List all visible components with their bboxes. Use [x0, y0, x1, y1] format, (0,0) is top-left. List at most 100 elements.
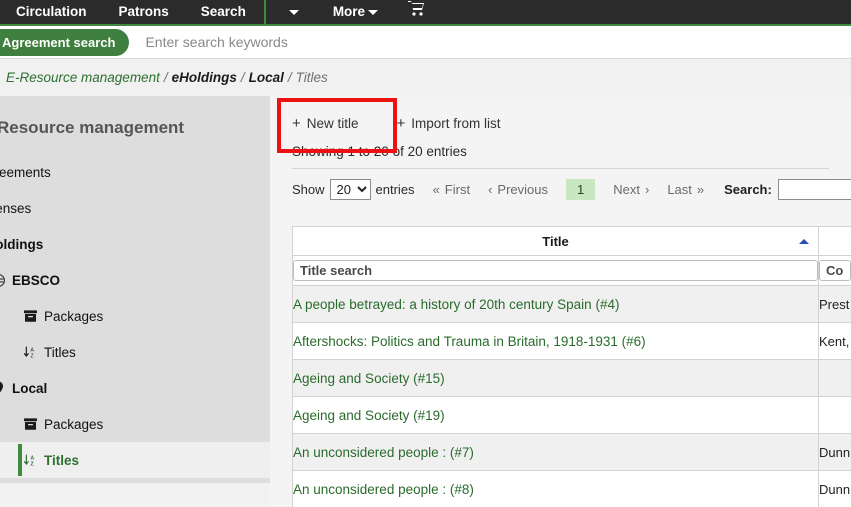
new-title-label: New title [307, 116, 359, 131]
breadcrumb-separator: / [288, 70, 292, 85]
sidebar-item-local-titles[interactable]: A Z Titles [0, 442, 270, 478]
pagination-previous-label: Previous [497, 182, 548, 197]
table-row[interactable]: An unconsidered people : (#7) Dunn [293, 434, 851, 471]
nav-item-search[interactable]: Search [185, 0, 262, 25]
title-link[interactable]: Ageing and Society (#15) [293, 371, 445, 386]
application-window: Circulation Patrons Search More Agreemen… [0, 0, 851, 507]
table-search-label: Search: [724, 182, 772, 197]
breadcrumb-separator: / [164, 70, 168, 85]
svg-text:A: A [30, 455, 34, 461]
nav-item-more[interactable]: More [317, 0, 394, 25]
nav-cart-button[interactable] [394, 0, 439, 25]
table-search-input[interactable] [778, 179, 851, 200]
sidebar-item-licenses[interactable]: Licenses [0, 190, 270, 226]
table-header-row: Title [293, 227, 851, 256]
nav-item-circulation[interactable]: Circulation [0, 0, 103, 25]
svg-text:Z: Z [30, 353, 33, 358]
new-title-button[interactable]: + New title [282, 110, 369, 137]
title-link[interactable]: An unconsidered people : (#7) [293, 445, 474, 460]
table-row[interactable]: Ageing and Society (#15) [293, 360, 851, 397]
cell-title: A people betrayed: a history of 20th cen… [293, 286, 819, 323]
sidebar-title: E-Resource management [0, 96, 270, 154]
cell-title: An unconsidered people : (#7) [293, 434, 819, 471]
cell-contributors: Dunn [819, 434, 851, 471]
pagination-next-label: Next [613, 182, 640, 197]
nav-dropdown-toggle[interactable] [268, 0, 317, 25]
divider [292, 168, 829, 169]
top-navigation-bar: Circulation Patrons Search More [0, 0, 851, 26]
breadcrumb-item-eholdings[interactable]: eHoldings [172, 70, 237, 85]
cell-contributors: Dunn [819, 471, 851, 507]
sidebar-item-local-packages[interactable]: Packages [0, 406, 270, 442]
import-from-list-button[interactable]: + Import from list [387, 110, 511, 137]
sidebar-item-eholdings[interactable]: eHoldings [0, 226, 270, 262]
sidebar-item-label: Packages [44, 417, 103, 432]
pagination-previous-button[interactable]: ‹ Previous [488, 182, 548, 197]
filter-cell-contributors [819, 256, 851, 286]
pagination-first-button[interactable]: « First [433, 182, 471, 197]
cell-title: Ageing and Society (#19) [293, 397, 819, 434]
cell-contributors: Prest [819, 286, 851, 323]
archive-box-icon [22, 418, 38, 430]
page-size-select[interactable]: 20 [330, 179, 371, 200]
search-input[interactable] [143, 33, 851, 51]
active-indicator-bar [18, 444, 22, 476]
svg-text:A: A [30, 347, 34, 353]
breadcrumb-separator: / [241, 70, 245, 85]
title-link[interactable]: Aftershocks: Politics and Trauma in Brit… [293, 334, 646, 349]
title-link[interactable]: Ageing and Society (#19) [293, 408, 445, 423]
map-marker-icon [0, 381, 6, 395]
sort-ascending-icon [799, 239, 809, 244]
archive-box-icon [22, 310, 38, 322]
contributors-search-input[interactable] [819, 260, 851, 281]
sidebar-item-label: Titles [44, 453, 79, 468]
chevron-down-icon [289, 10, 299, 15]
globe-icon [0, 274, 6, 287]
cell-contributors [819, 360, 851, 397]
table-row[interactable]: Ageing and Society (#19) [293, 397, 851, 434]
sidebar-item-local[interactable]: Local [0, 370, 270, 406]
global-search-bar: Agreement search [0, 26, 851, 59]
titles-table-body: A people betrayed: a history of 20th cen… [293, 286, 851, 507]
svg-text:Z: Z [30, 461, 33, 466]
sidebar-item-ebsco[interactable]: EBSCO [0, 262, 270, 298]
title-search-input[interactable] [293, 260, 818, 281]
column-header-contributors[interactable] [819, 227, 851, 256]
agreement-search-pill[interactable]: Agreement search [0, 29, 129, 56]
nav-item-patrons[interactable]: Patrons [103, 0, 185, 25]
sidebar-item-ebsco-titles[interactable]: A Z Titles [0, 334, 270, 370]
sidebar-item-label: Local [12, 381, 47, 396]
sidebar-item-label: Licenses [0, 201, 31, 216]
action-toolbar: + New title + Import from list [270, 96, 851, 150]
table-row[interactable]: Aftershocks: Politics and Trauma in Brit… [293, 323, 851, 360]
sidebar-item-label: Agreements [0, 165, 51, 180]
shopping-cart-icon [408, 0, 425, 25]
chevron-left-icon: ‹ [488, 182, 492, 197]
breadcrumb-item-eresource-management[interactable]: E-Resource management [6, 70, 160, 85]
sidebar-item-agreements[interactable]: Agreements [0, 154, 270, 190]
nav-item-more-label: More [333, 4, 365, 19]
double-chevron-left-icon: « [433, 182, 440, 197]
chevron-down-icon [368, 10, 378, 15]
pagination-last-button[interactable]: Last » [667, 182, 704, 197]
sidebar-item-label: EBSCO [12, 273, 60, 288]
table-row[interactable]: A people betrayed: a history of 20th cen… [293, 286, 851, 323]
column-header-title[interactable]: Title [293, 227, 819, 256]
table-search-group: Search: [724, 179, 851, 200]
sidebar: E-Resource management Agreements License… [0, 96, 270, 483]
plus-icon: + [397, 116, 406, 131]
cell-contributors [819, 397, 851, 434]
breadcrumb-item-local[interactable]: Local [249, 70, 284, 85]
breadcrumb: E-Resource management / eHoldings / Loca… [0, 59, 851, 96]
cell-title: Ageing and Society (#15) [293, 360, 819, 397]
table-row[interactable]: An unconsidered people : (#8) Dunn [293, 471, 851, 507]
sort-alpha-down-icon: A Z [22, 454, 38, 467]
sidebar-item-ebsco-packages[interactable]: Packages [0, 298, 270, 334]
pagination-page-1-button[interactable]: 1 [566, 179, 595, 200]
table-filter-row [293, 256, 851, 286]
title-link[interactable]: A people betrayed: a history of 20th cen… [293, 297, 619, 312]
titles-table: Title A people betraye [292, 226, 851, 507]
entries-label: entries [376, 182, 415, 197]
title-link[interactable]: An unconsidered people : (#8) [293, 482, 474, 497]
pagination-next-button[interactable]: Next › [613, 182, 649, 197]
